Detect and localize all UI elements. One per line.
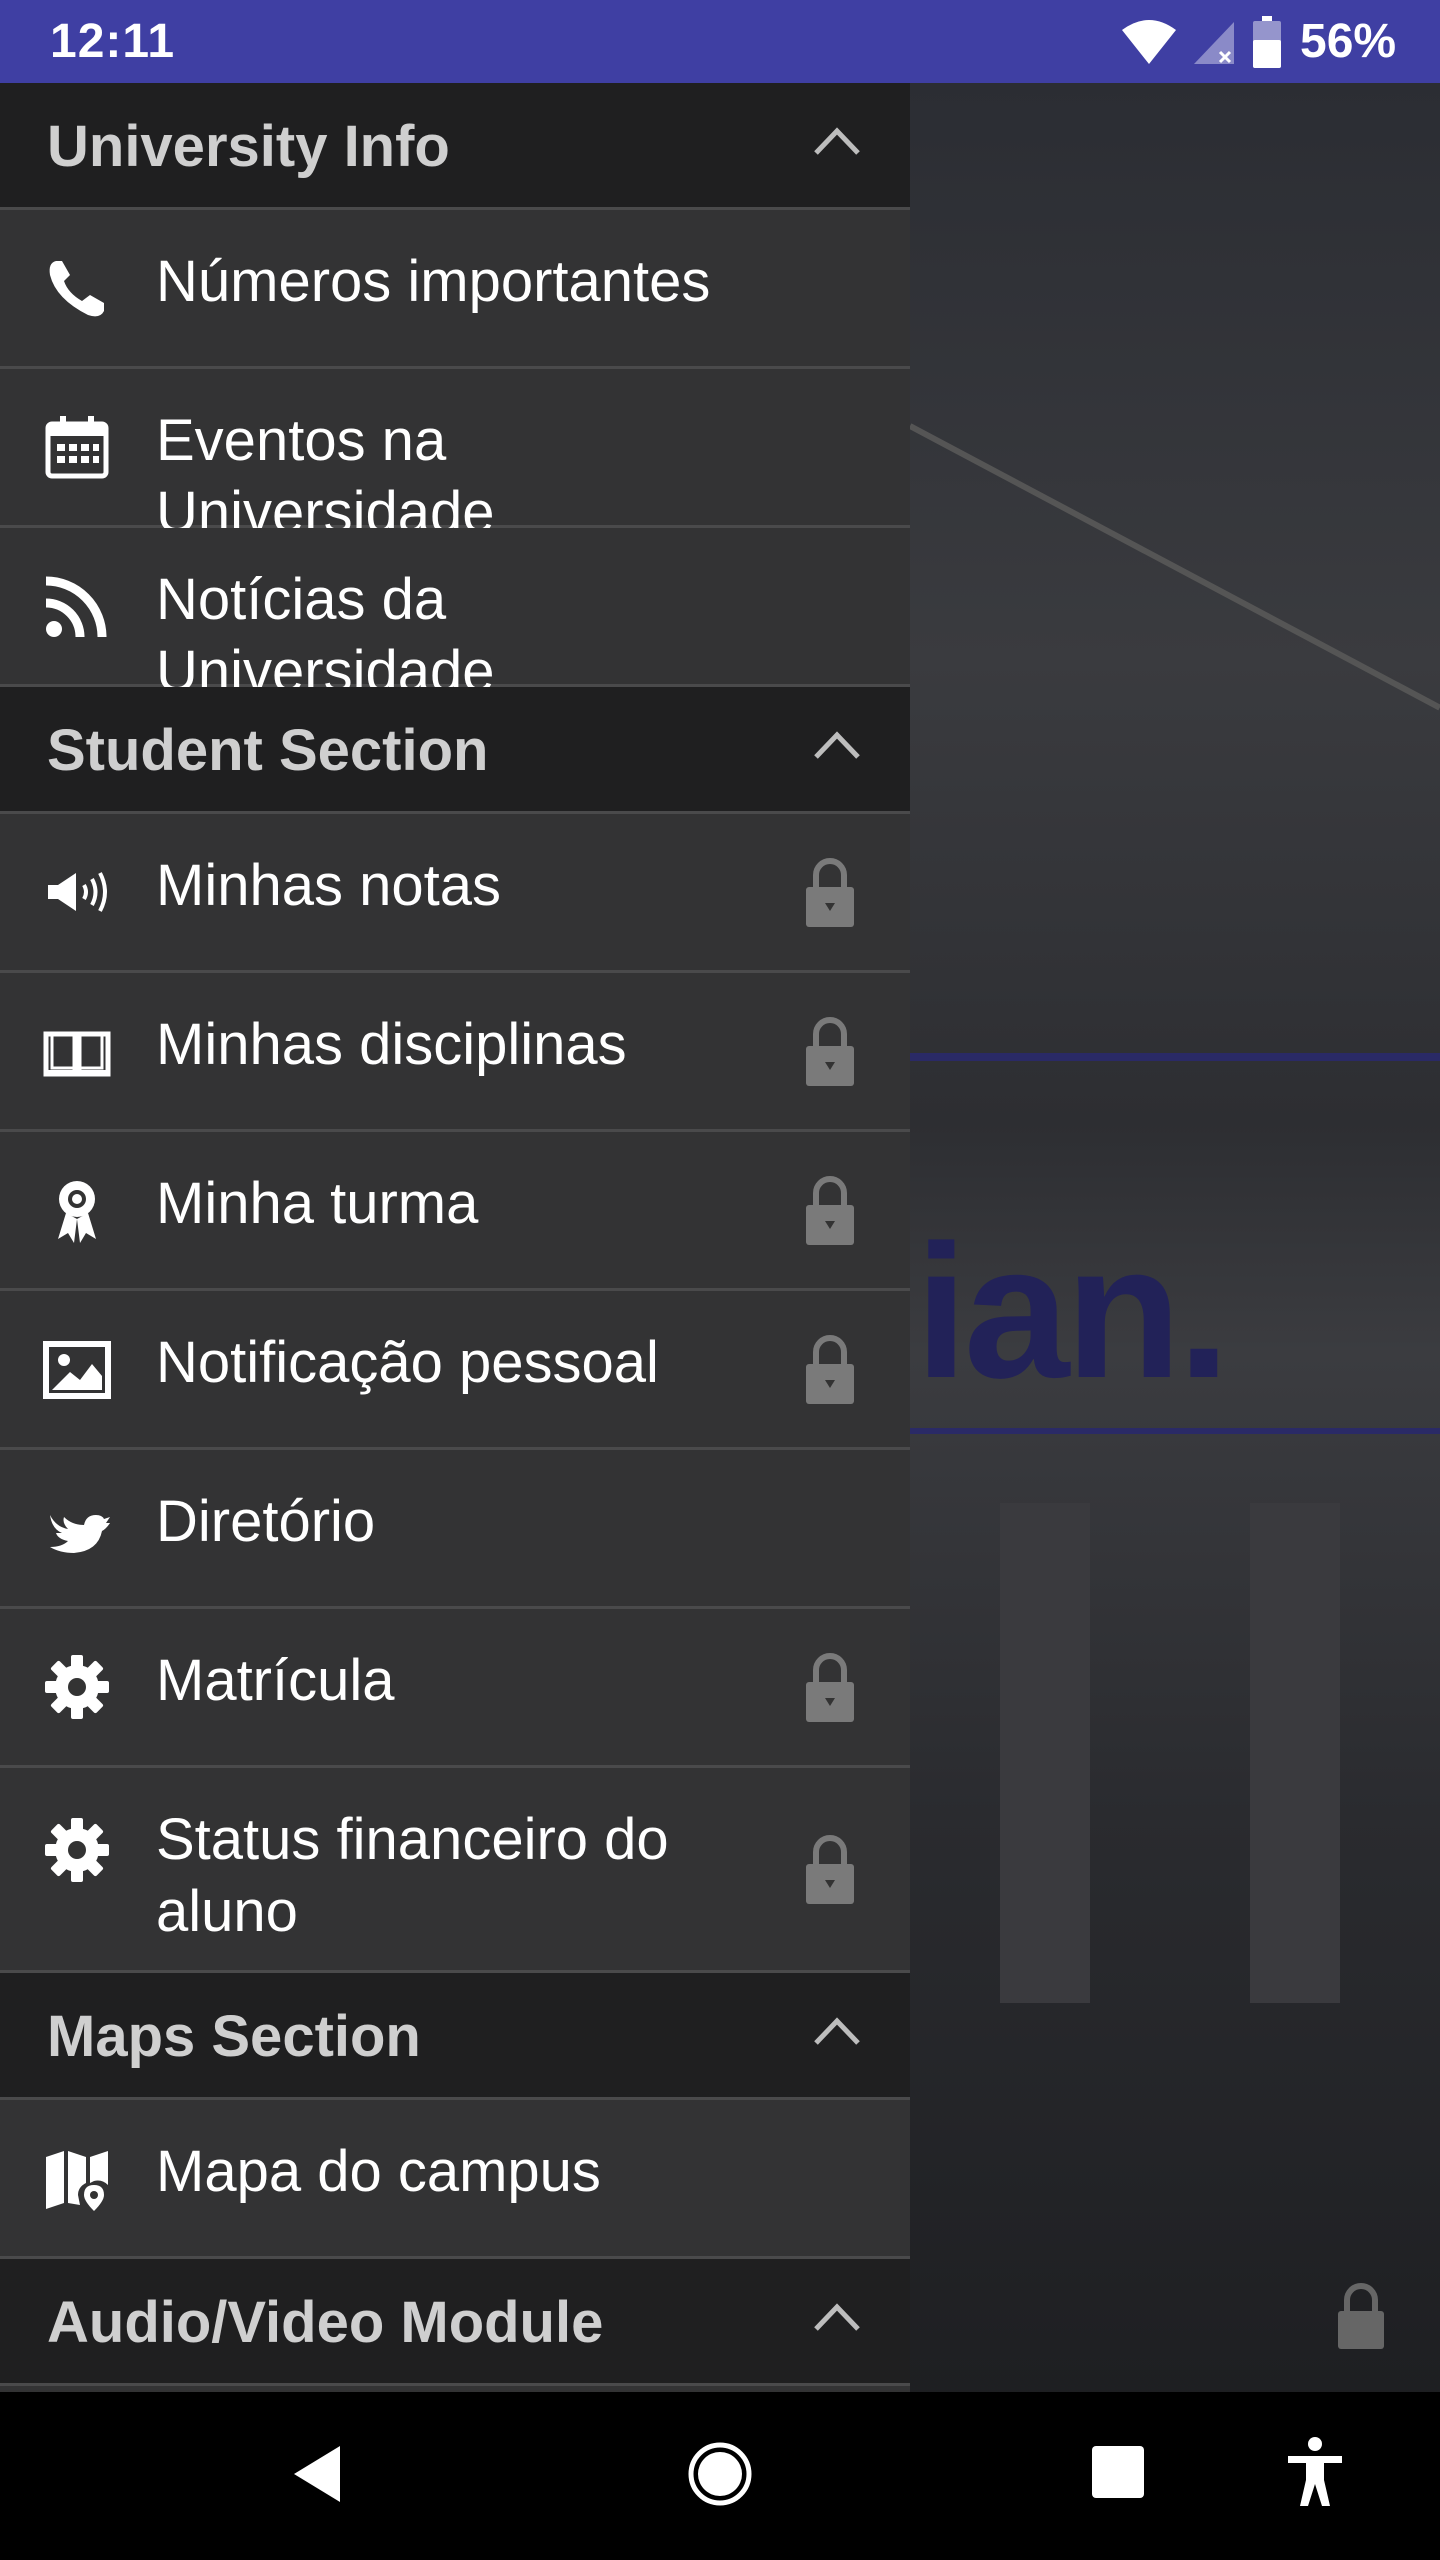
menu-item-minhas-notas[interactable]: Minhas notas xyxy=(0,814,910,973)
home-button-icon[interactable] xyxy=(686,2440,754,2508)
menu-item-label: Mapa do campus xyxy=(156,2139,601,2204)
book-icon xyxy=(43,1031,111,1077)
navigation-drawer: University Info Números importantes Even… xyxy=(0,83,910,2392)
banner-line xyxy=(900,1053,1440,1061)
chevron-up-icon[interactable] xyxy=(812,2015,862,2047)
section-title: Audio/Video Module xyxy=(47,2290,604,2355)
menu-item-numeros-importantes[interactable]: Números importantes xyxy=(0,210,910,369)
battery-percent: 56% xyxy=(1300,15,1397,68)
lock-icon xyxy=(806,1017,854,1086)
menu-item-eventos[interactable]: Eventos na Universidade xyxy=(0,369,910,545)
menu-item-label: Status financeiro do aluno xyxy=(156,1807,669,1944)
banner-line xyxy=(900,1428,1440,1434)
lock-icon xyxy=(806,1335,854,1404)
menu-item-label: Minhas disciplinas xyxy=(156,1012,627,1077)
cell-signal-icon xyxy=(1194,22,1234,64)
menu-item-minhas-disciplinas[interactable]: Minhas disciplinas xyxy=(0,973,910,1132)
lock-icon xyxy=(806,858,854,927)
status-time: 12:11 xyxy=(50,15,176,68)
section-header-student-section[interactable]: Student Section xyxy=(0,687,910,814)
rss-icon xyxy=(45,576,107,638)
menu-item-label: Minha turma xyxy=(156,1171,479,1236)
menu-item-label: Notificação pessoal xyxy=(156,1330,659,1395)
chevron-up-icon[interactable] xyxy=(812,729,862,761)
building-column xyxy=(1250,1503,1340,2003)
menu-item-status-financeiro[interactable]: Status financeiro do aluno xyxy=(0,1768,910,1973)
back-button-icon[interactable] xyxy=(288,2442,346,2506)
section-header-maps-section[interactable]: Maps Section xyxy=(0,1973,910,2100)
phone-icon xyxy=(49,261,104,317)
menu-item-noticias[interactable]: Notícias da Universidade xyxy=(0,528,910,704)
image-icon xyxy=(43,1341,111,1399)
section-header-audio-video-module[interactable]: Audio/Video Module xyxy=(0,2259,910,2386)
lock-icon xyxy=(806,1653,854,1722)
building-roof xyxy=(908,423,1440,711)
chevron-up-icon[interactable] xyxy=(812,2301,862,2333)
status-bar: 12:11 56% xyxy=(0,0,1440,83)
award-icon xyxy=(58,1181,96,1243)
section-header-university-info[interactable]: University Info xyxy=(0,83,910,210)
university-logo-fragment: ian. xyxy=(915,1206,1230,1418)
menu-item-matricula[interactable]: Matrícula xyxy=(0,1609,910,1768)
battery-icon xyxy=(1253,16,1281,68)
lock-icon xyxy=(1338,2283,1384,2349)
menu-item-label: Matrícula xyxy=(156,1648,395,1713)
accessibility-icon[interactable] xyxy=(1286,2436,1344,2508)
section-title: University Info xyxy=(47,114,450,179)
menu-item-label: Diretório xyxy=(156,1489,376,1554)
chevron-up-icon[interactable] xyxy=(812,125,862,157)
recent-apps-button-icon[interactable] xyxy=(1090,2444,1146,2500)
twitter-bird-icon xyxy=(50,1515,110,1553)
gear-icon xyxy=(45,1818,109,1882)
lock-icon xyxy=(806,1835,854,1904)
menu-item-diretorio[interactable]: Diretório xyxy=(0,1450,910,1609)
menu-item-label: Minhas notas xyxy=(156,853,501,918)
gear-icon xyxy=(45,1655,109,1719)
menu-item-minha-turma[interactable]: Minha turma xyxy=(0,1132,910,1291)
map-icon xyxy=(46,2151,108,2211)
system-navigation-bar xyxy=(0,2392,1440,2560)
calendar-icon xyxy=(45,416,109,479)
section-title: Student Section xyxy=(47,718,489,783)
speaker-icon xyxy=(48,872,107,912)
lock-icon xyxy=(806,1176,854,1245)
menu-item-label: Números importantes xyxy=(156,249,711,314)
menu-item-notificacao-pessoal[interactable]: Notificação pessoal xyxy=(0,1291,910,1450)
menu-item-mapa-do-campus[interactable]: Mapa do campus xyxy=(0,2100,910,2259)
building-column xyxy=(1000,1503,1090,2003)
section-title: Maps Section xyxy=(47,2004,421,2069)
wifi-icon xyxy=(1122,20,1176,64)
